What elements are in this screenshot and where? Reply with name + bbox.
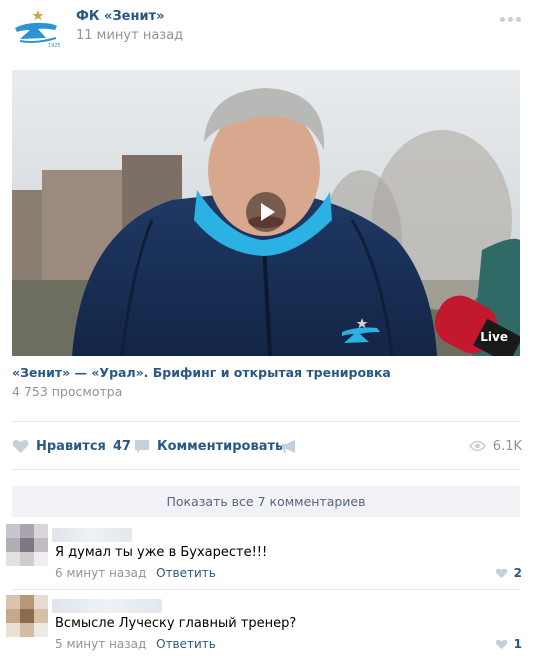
post-time[interactable]: 11 минут назад [76, 28, 183, 43]
views-count: 6.1K [492, 438, 522, 454]
comment-item: Я думал ты уже в Бухаресте!!! 6 минут на… [0, 518, 540, 584]
comment-icon [135, 439, 149, 453]
like-button[interactable]: Нравится 47 [12, 428, 131, 464]
post: 1925 ФК «Зенит» 11 минут назад Live «Зен… [0, 0, 540, 660]
comment-text: Я думал ты уже в Бухаресте!!! [55, 545, 268, 560]
comment-like-button[interactable]: 1 [495, 637, 522, 651]
play-icon[interactable] [246, 192, 286, 232]
heart-icon [495, 639, 507, 649]
like-label: Нравится [36, 438, 106, 454]
like-count: 47 [112, 438, 131, 454]
comment-time[interactable]: 5 минут назад [55, 637, 146, 651]
comment-author-redacted[interactable] [52, 599, 162, 613]
reply-button[interactable]: Ответить [156, 566, 216, 580]
post-header: 1925 ФК «Зенит» 11 минут назад [0, 0, 540, 60]
comment-item: Всмысле Луческу главный тренер? 5 минут … [0, 589, 540, 655]
video-player[interactable]: Live [12, 70, 520, 356]
comment-like-button[interactable]: 2 [495, 566, 522, 580]
post-actions: Нравится 47 Комментировать 6.1K [0, 428, 540, 464]
views-counter: 6.1K [468, 428, 522, 464]
comment-text: Всмысле Луческу главный тренер? [55, 616, 297, 631]
logo-year: 1925 [48, 43, 60, 48]
comment-button[interactable]: Комментировать [134, 428, 283, 464]
comment-label: Комментировать [157, 438, 284, 454]
share-button[interactable] [281, 428, 298, 464]
divider [12, 421, 520, 422]
heart-icon [12, 439, 29, 453]
comment-meta: 5 минут назад Ответить [55, 637, 216, 651]
show-all-comments-button[interactable]: Показать все 7 комментариев [12, 486, 520, 517]
divider [12, 469, 520, 470]
video-title[interactable]: «Зенит» — «Урал». Брифинг и открытая тре… [12, 365, 391, 380]
comment-time[interactable]: 6 минут назад [55, 566, 146, 580]
video-views: 4 753 просмотра [12, 384, 123, 399]
post-author[interactable]: ФК «Зенит» [76, 9, 165, 24]
avatar[interactable] [6, 595, 48, 637]
live-label: Live [480, 330, 508, 344]
megaphone-icon [282, 439, 295, 453]
comment-like-count: 2 [513, 566, 522, 580]
more-options-icon[interactable] [500, 14, 522, 24]
comment-like-count: 1 [513, 637, 522, 651]
comment-meta: 6 минут назад Ответить [55, 566, 216, 580]
avatar[interactable] [6, 524, 48, 566]
eye-icon [468, 440, 486, 452]
comment-author-redacted[interactable] [52, 528, 132, 542]
heart-icon [495, 568, 507, 578]
reply-button[interactable]: Ответить [156, 637, 216, 651]
zenit-logo[interactable]: 1925 [12, 8, 61, 49]
